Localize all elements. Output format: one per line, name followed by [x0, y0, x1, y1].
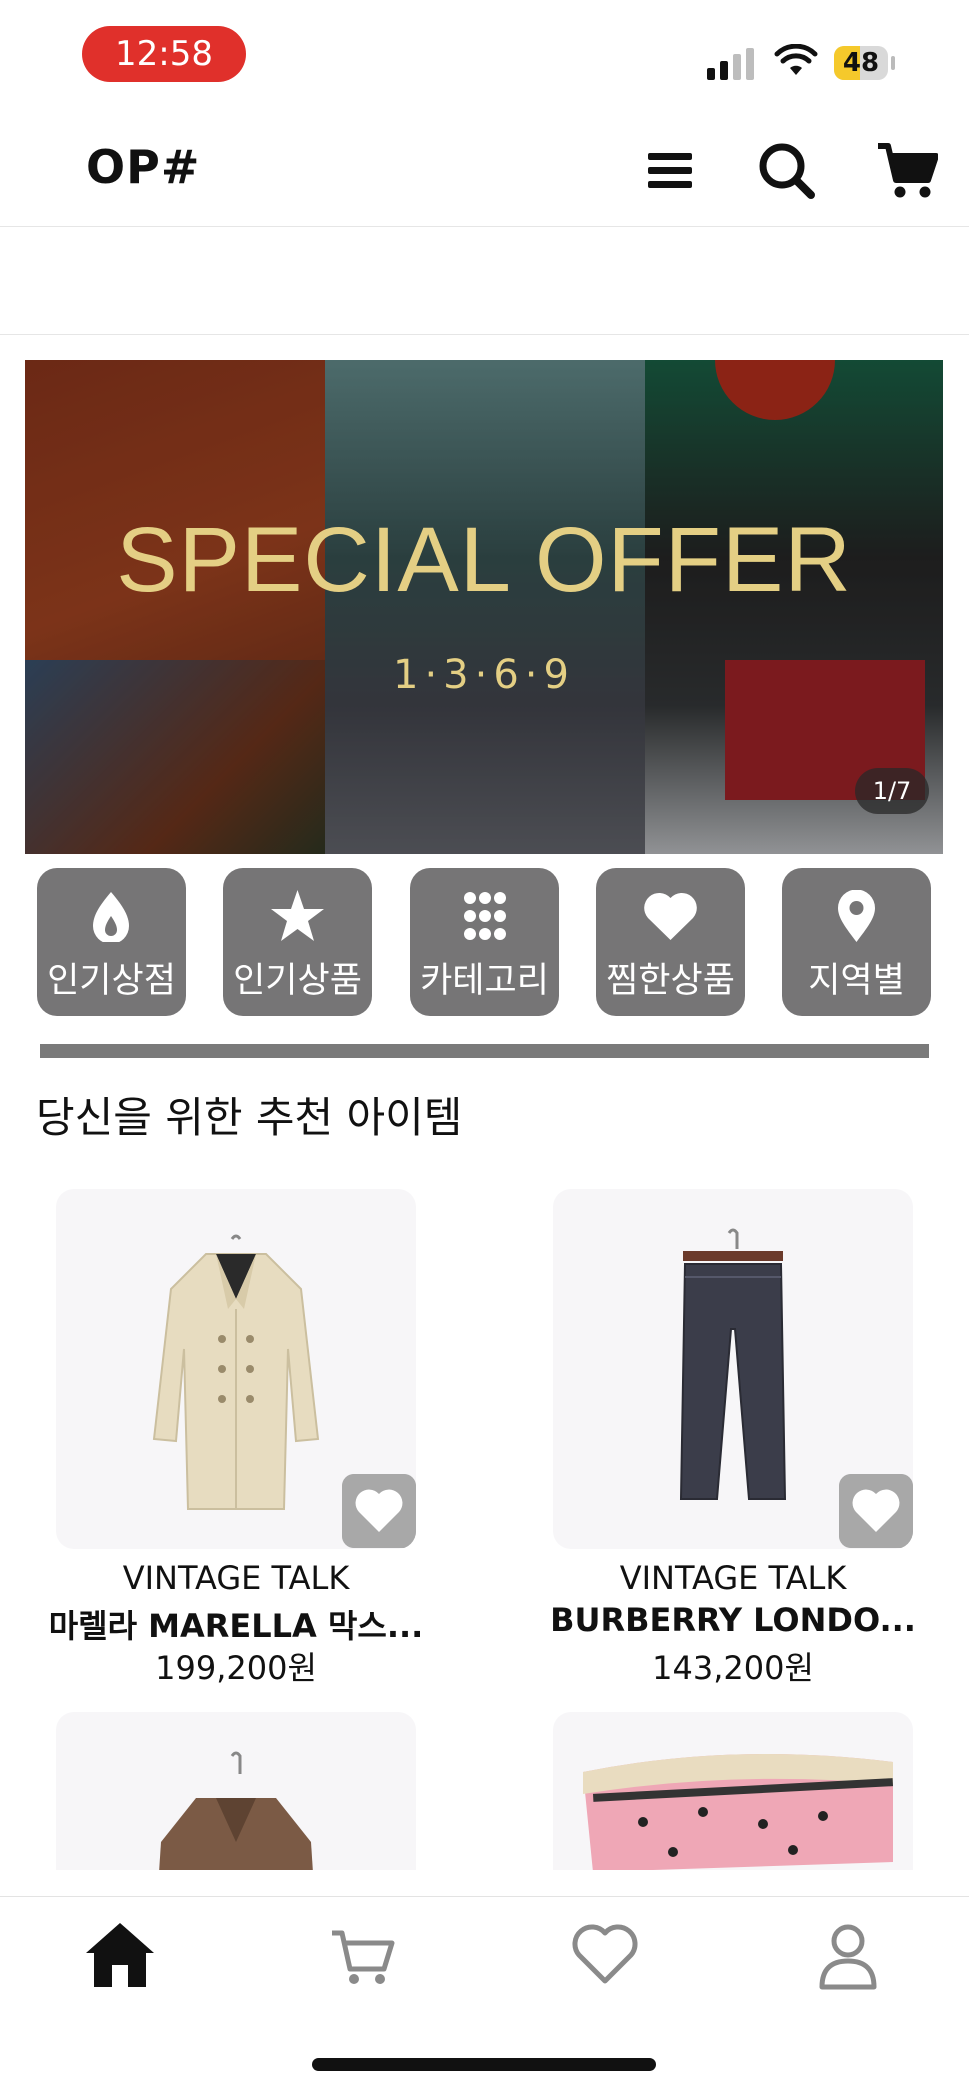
menu-icon[interactable] — [640, 140, 700, 200]
section-divider — [40, 1044, 929, 1058]
quick-menu-label: 인기상점 — [47, 961, 176, 1001]
app-logo[interactable]: OP# — [86, 140, 200, 194]
product-image[interactable] — [56, 1189, 416, 1549]
location-pin-icon — [838, 890, 875, 942]
search-icon[interactable] — [756, 140, 816, 200]
quick-menu-popular-shops[interactable]: 인기상점 — [37, 868, 186, 1016]
quick-menu-label: 지역별 — [808, 961, 905, 1001]
product-image[interactable] — [56, 1712, 416, 1870]
cart-icon[interactable] — [322, 1915, 402, 1995]
product-photo-brown-jacket — [159, 1751, 313, 1870]
product-brand: VINTAGE TALK — [619, 1559, 847, 1597]
home-icon[interactable] — [80, 1915, 160, 1995]
status-time: 12:58 — [82, 26, 246, 82]
quick-menu-label: 찜한상품 — [606, 961, 735, 1001]
wishlist-button[interactable] — [342, 1474, 416, 1548]
status-bar: 12:58 48 — [0, 0, 969, 110]
heart-icon — [644, 892, 697, 940]
product-card[interactable]: VINTAGE TALK 마렐라 MARELLA 막스... 199,200원 — [49, 1189, 423, 1709]
quick-menu: 인기상점 인기상품 카테고리 찜한상품 지역별 — [0, 868, 969, 1016]
product-card[interactable]: VINTAGE TALK BURBERRY LONDO... 143,200원 — [550, 1189, 916, 1709]
profile-icon[interactable] — [808, 1915, 888, 1995]
product-photo-pink-shoes — [583, 1754, 894, 1870]
product-image[interactable] — [553, 1712, 913, 1870]
quick-menu-category[interactable]: 카테고리 — [410, 868, 559, 1016]
quick-menu-label: 인기상품 — [233, 961, 362, 1001]
grid-icon — [464, 892, 506, 940]
promo-banner[interactable]: SPECIAL OFFER 1·3·6·9 1/7 — [25, 360, 943, 854]
heart-icon[interactable] — [565, 1915, 645, 1995]
banner-title: SPECIAL OFFER — [116, 509, 852, 611]
wifi-icon — [774, 44, 818, 75]
cellular-signal-icon — [707, 48, 757, 80]
quick-menu-popular-products[interactable]: 인기상품 — [223, 868, 372, 1016]
product-price: 143,200원 — [652, 1649, 814, 1687]
product-brand: VINTAGE TALK — [122, 1559, 350, 1597]
product-price: 199,200원 — [155, 1649, 317, 1687]
quick-menu-by-region[interactable]: 지역별 — [782, 868, 931, 1016]
fire-icon — [93, 892, 129, 942]
wishlist-button[interactable] — [839, 1474, 913, 1548]
sub-header-bar — [0, 227, 969, 335]
product-card[interactable] — [56, 1712, 416, 1870]
battery-percent: 48 — [842, 48, 880, 78]
section-title: 당신을 위한 추천 아이템 — [36, 1093, 463, 1142]
product-name[interactable]: 마렐라 MARELLA 막스... — [36, 1601, 436, 1647]
battery-indicator: 48 — [834, 46, 888, 80]
star-icon — [271, 890, 324, 941]
product-image[interactable] — [553, 1189, 913, 1549]
app-header: OP# — [0, 110, 969, 227]
home-indicator[interactable] — [312, 2058, 656, 2071]
quick-menu-label: 카테고리 — [420, 961, 549, 1001]
quick-menu-wishlist[interactable]: 찜한상품 — [596, 868, 745, 1016]
product-name[interactable]: BURBERRY LONDO... — [533, 1601, 933, 1639]
product-card[interactable] — [553, 1712, 913, 1870]
banner-page-counter: 1/7 — [855, 768, 929, 814]
battery-tip — [891, 56, 895, 70]
product-grid: VINTAGE TALK 마렐라 MARELLA 막스... 199,200원 … — [0, 1160, 969, 1870]
cart-icon[interactable] — [876, 140, 938, 200]
banner-subtitle: 1·3·6·9 — [393, 652, 575, 698]
